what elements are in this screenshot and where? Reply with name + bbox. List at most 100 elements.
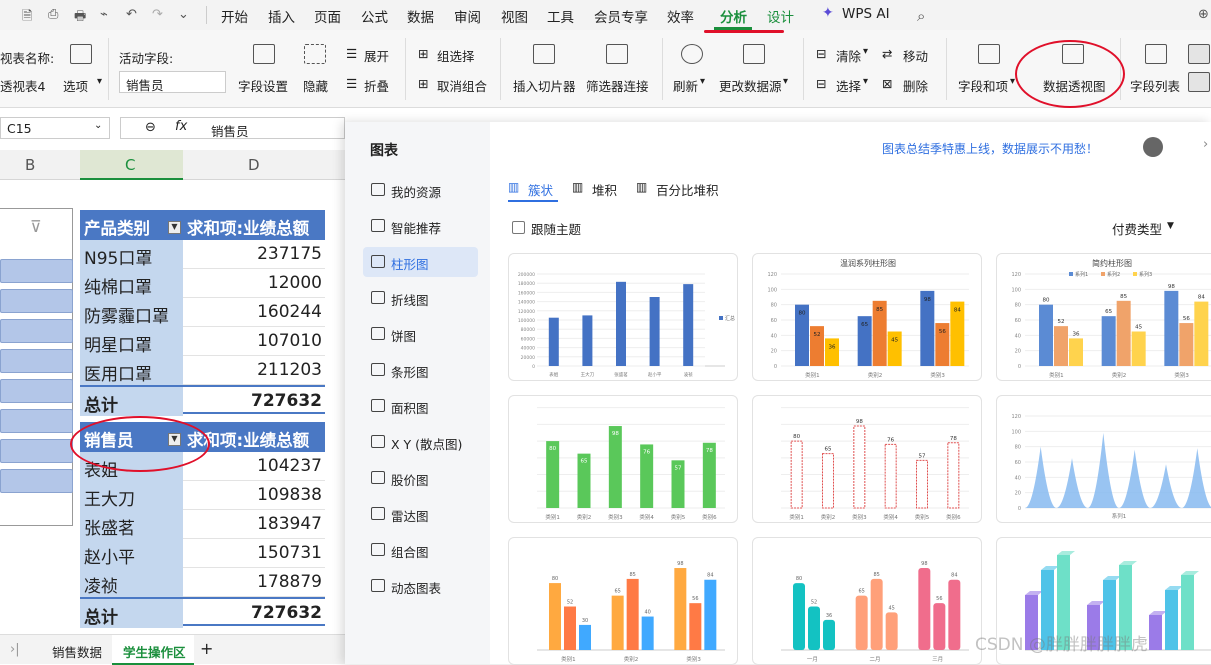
save-icon[interactable]: 🗎 — [22, 7, 32, 29]
pivot-total-row[interactable]: 总计 727632 — [80, 597, 325, 628]
fields-items-button[interactable]: 字段和项 — [958, 76, 1008, 95]
chevron-down-icon[interactable]: ⌄ — [94, 120, 102, 131]
menu-wps-ai[interactable]: WPS AI — [842, 6, 890, 22]
nav-item-2[interactable]: 智能推荐 — [363, 211, 478, 241]
clear-icon[interactable]: ⊟ — [816, 46, 826, 61]
column-header-c[interactable]: C — [125, 156, 135, 174]
nav-item-5[interactable]: 饼图 — [363, 319, 478, 349]
promo-link[interactable]: 图表总结季特惠上线，数据展示不用愁！ — [882, 140, 1098, 157]
refresh-icon[interactable] — [681, 44, 703, 64]
nav-item-12[interactable]: 动态图表 — [363, 571, 478, 601]
chart-template-card-2[interactable]: 温润系列柱形图 0 20 40 60 80 100 120 80 65 98 52 85 56 36 45 84… — [752, 253, 982, 381]
slicer-icon[interactable] — [533, 44, 555, 64]
pivot-row[interactable]: 医用口罩 211203 — [80, 356, 325, 385]
select-icon[interactable]: ⊟ — [816, 76, 826, 91]
chart-template-card-6[interactable]: 0 20 40 60 80 100 120 系列1 — [996, 395, 1211, 523]
chart-template-card-7[interactable]: 80 65 98 52 85 56 30 40 84 类别1 类别2 类别3 — [508, 537, 738, 665]
pivot-row[interactable]: 防雾霾口罩 160244 — [80, 298, 325, 327]
tab-clustered[interactable]: 簇状 — [528, 180, 553, 199]
slicer-item[interactable] — [0, 469, 73, 493]
chevron-down-icon[interactable]: ▾ — [863, 46, 868, 57]
chevron-down-icon[interactable]: ▼ — [1167, 221, 1174, 231]
change-source-icon[interactable] — [743, 44, 765, 64]
menu-formula[interactable]: 公式 — [361, 6, 388, 26]
pivot-row[interactable]: N95口罩 237175 — [80, 240, 325, 269]
nav-item-11[interactable]: 组合图 — [363, 535, 478, 565]
prev-sheet-icon[interactable]: ›| — [10, 642, 20, 657]
pivot-row[interactable]: 明星口罩 107010 — [80, 327, 325, 356]
change-source-button[interactable]: 更改数据源 — [719, 76, 782, 95]
follow-theme-checkbox[interactable] — [512, 221, 525, 234]
slicer-item[interactable] — [0, 409, 73, 433]
nav-item-3[interactable]: 柱形图 — [363, 247, 478, 277]
nav-item-8[interactable]: X Y (散点图) — [363, 427, 478, 457]
slicer-item[interactable] — [0, 319, 73, 343]
menu-page[interactable]: 页面 — [314, 6, 341, 26]
ungroup-button[interactable]: 取消组合 — [437, 76, 487, 95]
print-icon[interactable]: 🖶 — [74, 7, 86, 29]
field-list-icon[interactable] — [1145, 44, 1167, 64]
clear-filter-icon[interactable]: ⊽ — [30, 217, 42, 236]
pay-type-dropdown[interactable]: 付费类型 — [1112, 219, 1162, 238]
menu-tools[interactable]: 工具 — [547, 6, 574, 26]
chevron-down-icon[interactable]: ▾ — [1010, 76, 1015, 87]
zoom-icon[interactable]: ⊖ — [145, 120, 156, 135]
pivot-row[interactable]: 张盛茗 183947 — [80, 510, 325, 539]
sheet-tab-sales[interactable]: 销售数据 — [52, 642, 102, 661]
options-icon[interactable] — [70, 44, 92, 64]
column-header-b[interactable]: B — [25, 156, 35, 174]
pivot-row[interactable]: 凌祯 178879 — [80, 568, 325, 597]
menu-data[interactable]: 数据 — [407, 6, 434, 26]
nav-item-10[interactable]: 雷达图 — [363, 499, 478, 529]
menu-view[interactable]: 视图 — [501, 6, 528, 26]
pivot-name-value[interactable]: 透视表4 — [0, 76, 45, 95]
pivot-total-row[interactable]: 总计 727632 — [80, 385, 325, 416]
sheet-tab-student[interactable]: 学生操作区 — [123, 642, 186, 661]
slicer-item[interactable] — [0, 259, 73, 283]
share-icon[interactable]: ⊕ — [1198, 7, 1209, 22]
menu-member[interactable]: 会员专享 — [594, 6, 648, 26]
menu-review[interactable]: 审阅 — [454, 6, 481, 26]
hide-icon[interactable] — [304, 44, 326, 64]
tab-percent-stacked[interactable]: 百分比堆积 — [656, 180, 719, 199]
chevron-down-icon[interactable]: ▾ — [863, 76, 868, 87]
field-settings-button[interactable]: 字段设置 — [238, 76, 288, 95]
collapse-icon[interactable]: ☰ — [346, 76, 357, 91]
expand-button[interactable]: 展开 — [364, 46, 389, 65]
menu-analysis[interactable]: 分析 — [720, 6, 747, 26]
insert-slicer-button[interactable]: 插入切片器 — [513, 76, 576, 95]
options-button[interactable]: 选项 — [63, 76, 88, 95]
chevron-down-icon[interactable]: ▾ — [783, 76, 788, 87]
filter-connect-button[interactable]: 筛选器连接 — [586, 76, 649, 95]
headers-icon[interactable] — [1188, 72, 1210, 92]
collapse-button[interactable]: 折叠 — [364, 76, 389, 95]
group-select-button[interactable]: 组选择 — [437, 46, 475, 65]
close-icon[interactable]: › — [1203, 137, 1208, 152]
clear-button[interactable]: 清除 — [836, 46, 861, 65]
slicer-panel[interactable]: ⊽ — [0, 208, 73, 526]
pivot-row[interactable]: 赵小平 150731 — [80, 539, 325, 568]
pivot-header-category[interactable]: 产品类别 — [84, 215, 150, 239]
active-field-input[interactable]: 销售员 — [119, 71, 226, 93]
chevron-down-icon[interactable]: ▾ — [97, 76, 102, 87]
expand-icon[interactable]: ☰ — [346, 46, 357, 61]
menu-insert[interactable]: 插入 — [268, 6, 295, 26]
nav-item-9[interactable]: 股价图 — [363, 463, 478, 493]
slicer-item[interactable] — [0, 439, 73, 463]
search-icon[interactable]: ⌕ — [917, 7, 925, 25]
field-settings-icon[interactable] — [253, 44, 275, 64]
ungroup-icon[interactable]: ⊞ — [418, 76, 428, 91]
avatar[interactable] — [1143, 137, 1163, 157]
field-list-button[interactable]: 字段列表 — [1130, 76, 1180, 95]
chart-template-card-5[interactable]: 80 65 98 76 57 78 类别1 类别2 类别3 类别4 类别5 类别6 — [752, 395, 982, 523]
add-sheet-icon[interactable]: + — [200, 639, 213, 658]
nav-item-6[interactable]: 条形图 — [363, 355, 478, 385]
hide-button[interactable]: 隐藏 — [303, 76, 328, 95]
menu-start[interactable]: 开始 — [221, 6, 248, 26]
chevron-down-icon[interactable]: ▾ — [700, 76, 705, 87]
select-button[interactable]: 选择 — [836, 76, 861, 95]
filter-dropdown-icon[interactable]: ▼ — [168, 221, 181, 234]
filter-connect-icon[interactable] — [606, 44, 628, 64]
nav-item-1[interactable]: 我的资源 — [363, 175, 478, 205]
fields-items-icon[interactable] — [978, 44, 1000, 64]
